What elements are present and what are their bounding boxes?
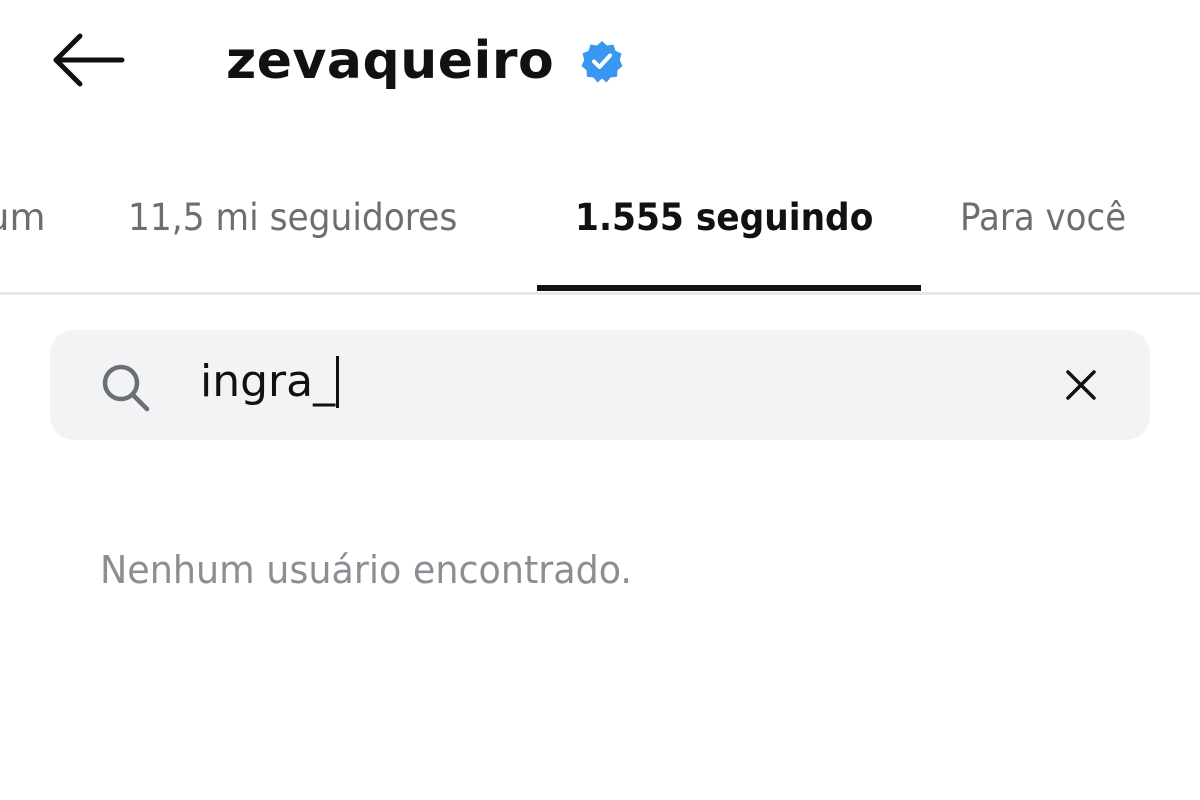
username-title: zevaqueiro — [226, 31, 555, 91]
search-query-text: ingra_ — [200, 356, 336, 407]
empty-results-message: Nenhum usuário encontrado. — [100, 548, 633, 592]
tab-bar: um 11,5 mi seguidores 1.555 seguindo Par… — [0, 160, 1200, 295]
search-icon — [102, 364, 150, 412]
search-input[interactable]: ingra_ — [200, 356, 340, 408]
profile-title: zevaqueiro — [226, 26, 624, 96]
tab-previous[interactable]: um — [0, 196, 46, 239]
tab-for-you[interactable]: Para você — [960, 196, 1126, 239]
following-list-screen: zevaqueiro um 11,5 mi seguidores 1.555 s… — [0, 0, 1200, 800]
verified-badge-icon — [581, 41, 623, 83]
active-tab-indicator — [537, 285, 921, 291]
tab-followers[interactable]: 11,5 mi seguidores — [128, 196, 457, 239]
arrow-left-icon — [53, 33, 125, 87]
header-bar: zevaqueiro — [0, 0, 1200, 120]
close-icon — [1066, 370, 1096, 400]
tab-following[interactable]: 1.555 seguindo — [575, 196, 873, 239]
back-button[interactable] — [50, 30, 126, 90]
clear-search-button[interactable] — [1058, 362, 1104, 408]
text-caret — [336, 356, 340, 408]
